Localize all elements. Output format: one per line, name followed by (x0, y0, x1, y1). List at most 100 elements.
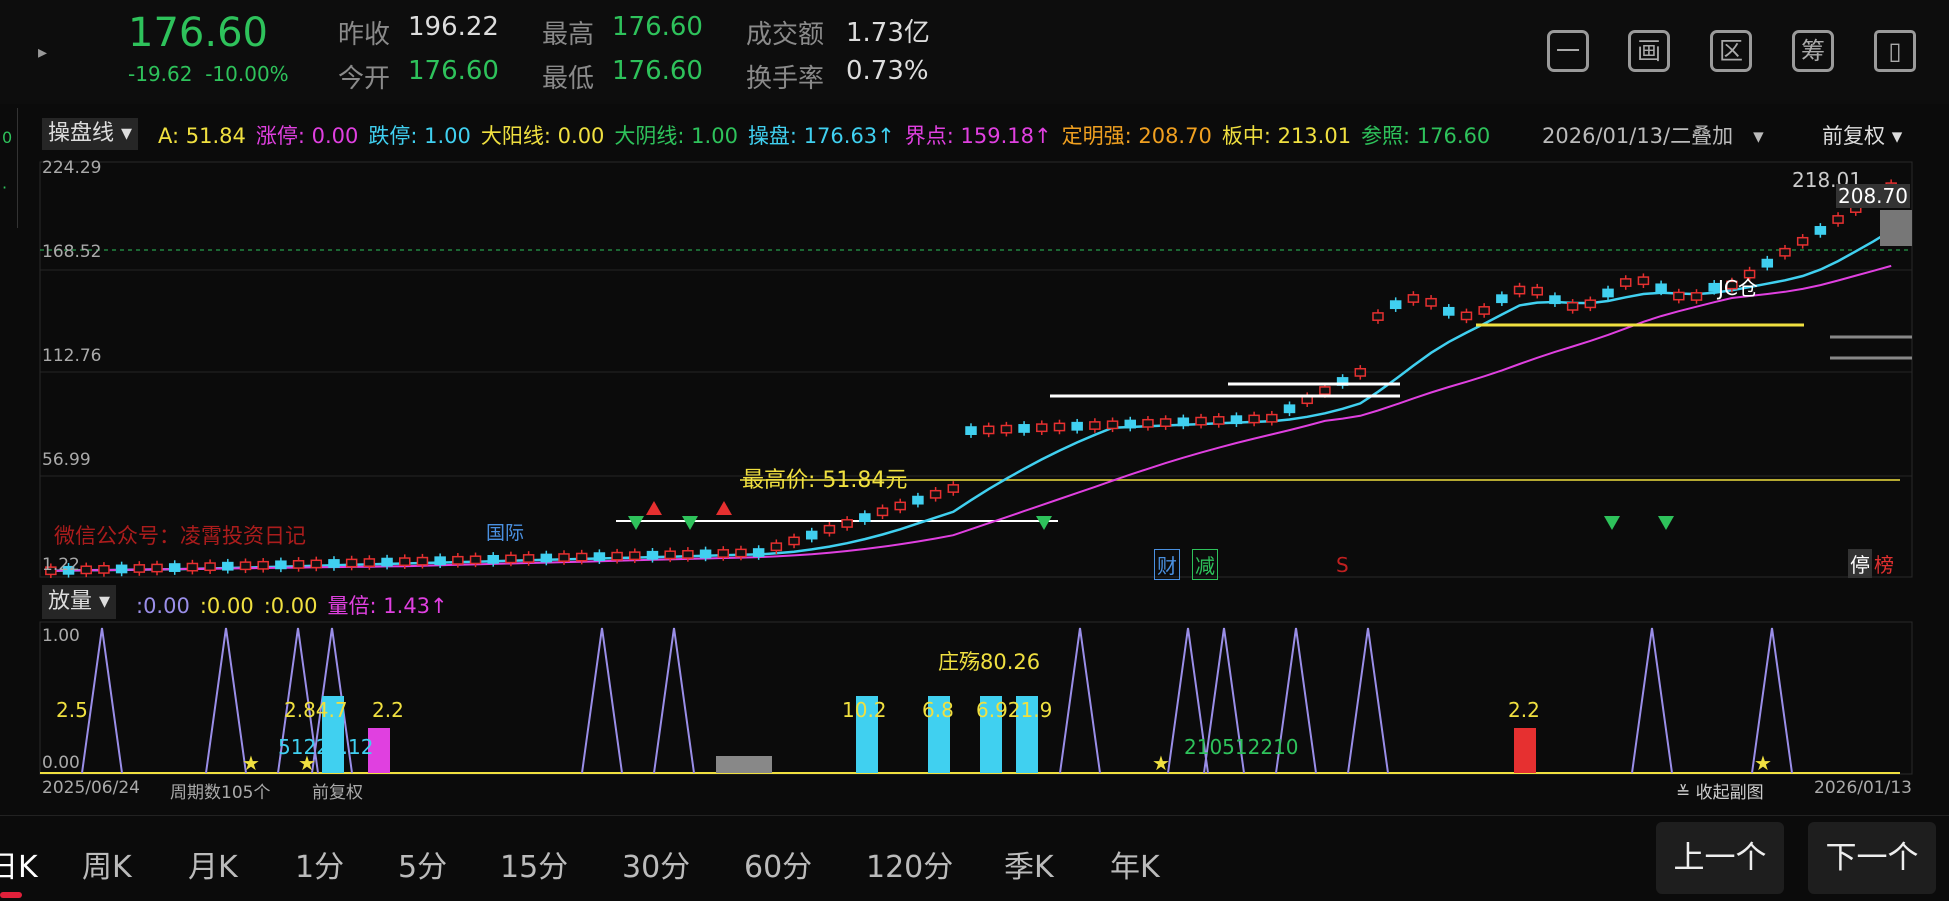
chevron-down-icon: ▾ (121, 121, 133, 146)
star-marker: ★ (1754, 751, 1772, 775)
tab-day-k[interactable]: 日K (0, 842, 38, 886)
tab-season-k[interactable]: 季K (1004, 842, 1054, 886)
adjust-dropdown[interactable]: 前复权 ▾ (1822, 120, 1902, 150)
candle-body (1036, 423, 1048, 433)
tab-120min[interactable]: 120分 (866, 842, 953, 886)
indicator-value: 操盘: 176.63↑ (747, 124, 895, 148)
candle-body (611, 551, 623, 561)
candle-body (151, 563, 163, 573)
indicator-value: 界点: 159.18↑ (904, 124, 1052, 148)
prev-stock-button[interactable]: 上一个 (1656, 822, 1784, 894)
candle-body (947, 484, 960, 493)
end-date: 2026/01/13 (1814, 778, 1912, 798)
axis-label-y: 224.29 (42, 158, 102, 178)
signal-arrow (1036, 516, 1052, 530)
candle-body (1354, 367, 1367, 377)
axis-label-y: 1.22 (42, 555, 80, 575)
blue-note: 国际 (486, 522, 525, 544)
indicator-value: 大阴线: 1.00 (614, 124, 738, 148)
candle-body (912, 495, 924, 505)
candle-body (788, 536, 800, 546)
candle-body (1053, 422, 1066, 432)
candle-body (381, 557, 393, 567)
chart-grid (39, 161, 1913, 578)
candle-body (982, 425, 995, 435)
sub-axis-label: 0.00 (42, 753, 80, 773)
tab-week-k[interactable]: 周K (82, 842, 132, 886)
volume-bar-label: 2.2 (1508, 698, 1540, 722)
candle-body (1372, 312, 1384, 321)
tab-year-k[interactable]: 年K (1110, 842, 1160, 886)
candle-body (859, 513, 871, 523)
candle-body (434, 556, 446, 566)
tag-bang: 榜 (1874, 553, 1894, 577)
ma-line-magenta (50, 264, 1892, 572)
candle-body (929, 489, 942, 499)
date-mode-dropdown[interactable]: 2026/01/13/二叠加 ▾ (1542, 120, 1764, 150)
main-indicator-label: 操盘线 (48, 121, 115, 146)
star-marker: ★ (1152, 751, 1170, 775)
candle-body (1283, 404, 1296, 414)
tab-5min[interactable]: 5分 (398, 842, 447, 886)
candle-body (1619, 278, 1632, 287)
zhuang-label: 庄殇80.26 (938, 650, 1041, 674)
candle-body (876, 507, 889, 517)
candle-body (1690, 292, 1703, 301)
indicator-value: 大阳线: 0.00 (480, 124, 605, 148)
sub-indicator-label: 放量 (48, 589, 93, 614)
volume-spike (81, 627, 123, 774)
candle-body (1761, 258, 1774, 268)
chevron-down-icon: ▾ (1739, 124, 1764, 148)
chart-bottom-info: 2025/06/24 周期数105个 前复权 ≚ 收起副图 2026/01/13 (0, 776, 1949, 803)
watermark-text: 微信公众号：凌霄投资日记 (54, 524, 306, 548)
candle-body (1779, 247, 1791, 257)
candle-body (717, 549, 730, 558)
tag-jian: 减 (1192, 549, 1218, 580)
tag-cai: 财 (1154, 549, 1180, 580)
candle-body (487, 554, 499, 564)
indicator-value: 板中: 213.01 (1221, 124, 1352, 148)
candle-body (1637, 276, 1650, 286)
sub-indicator-values: :0.00:0.00:0.00 量倍: 1.43↑ (136, 590, 458, 620)
chart-frame (39, 161, 1913, 578)
sub-indicator-dropdown[interactable]: 放量 ▾ (42, 585, 117, 619)
signal-arrow (716, 501, 732, 515)
candle-body (1142, 418, 1154, 428)
candle-body (1513, 285, 1526, 295)
candle-body (1549, 295, 1561, 305)
indicator-values: A: 51.84 涨停: 0.00 跌停: 1.00 大阳线: 0.00 大阴线: 1.… (158, 120, 1500, 150)
candle-body (735, 548, 747, 558)
chevron-down-icon: ▾ (1891, 124, 1903, 148)
candle-body (1832, 215, 1844, 224)
tag-jc: JC仓 (1718, 276, 1758, 300)
candle-body (770, 542, 783, 552)
collapse-label: 收起副图 (1695, 783, 1764, 803)
candle-body (1496, 294, 1508, 304)
volume-spike (1059, 627, 1101, 774)
candle-body (115, 564, 128, 574)
collapse-subchart-button[interactable]: ≚ 收起副图 (1676, 778, 1764, 803)
candle-body (1655, 283, 1667, 293)
candle-body (1584, 299, 1597, 309)
candle-body (1124, 419, 1137, 429)
candle-body (292, 560, 305, 569)
candle-body (1018, 424, 1030, 433)
next-stock-button[interactable]: 下一个 (1808, 822, 1936, 894)
main-indicator-dropdown[interactable]: 操盘线 ▾ (42, 118, 139, 150)
tab-month-k[interactable]: 月K (188, 842, 238, 886)
tag-ting: 停 (1848, 549, 1872, 578)
axis-label-y: 112.76 (42, 346, 102, 366)
candle-body (894, 501, 906, 511)
candle-body (98, 565, 110, 574)
tab-60min[interactable]: 60分 (744, 842, 812, 886)
candle-body (275, 560, 287, 570)
candle-body (699, 549, 712, 559)
candle-body (1159, 418, 1172, 427)
star-marker: ★ (242, 751, 260, 775)
sub-indicator-value: :0.00 (263, 594, 318, 618)
signal-arrow (646, 501, 662, 515)
tab-15min[interactable]: 15分 (500, 842, 568, 886)
tab-1min[interactable]: 1分 (295, 842, 344, 886)
candle-body (310, 559, 323, 569)
tab-30min[interactable]: 30分 (622, 842, 690, 886)
